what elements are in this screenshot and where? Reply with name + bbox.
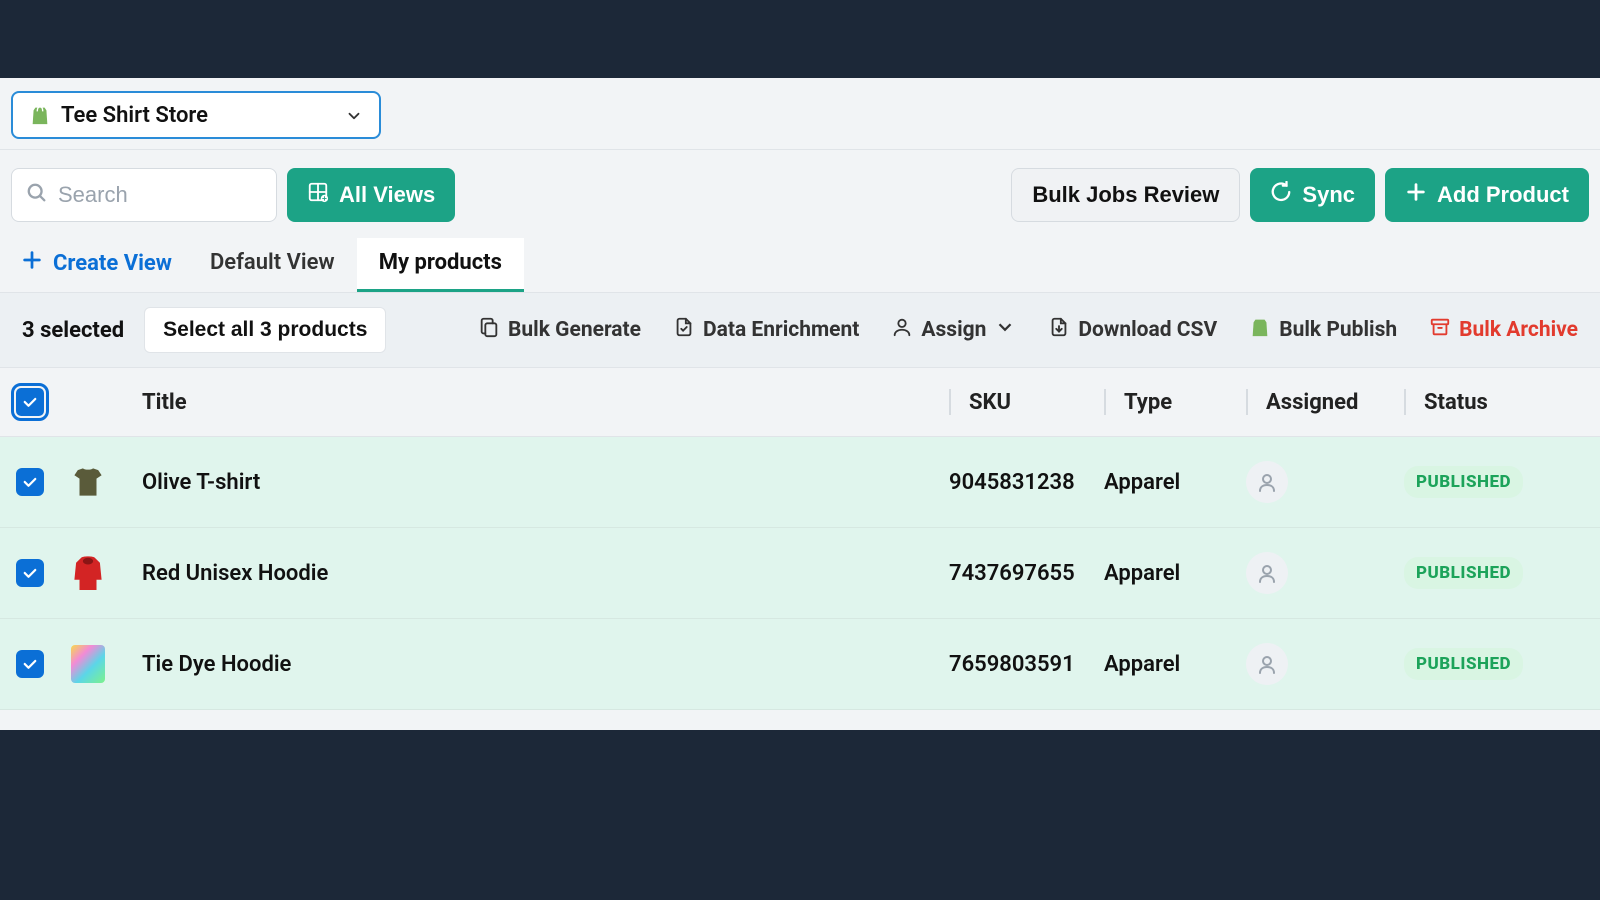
person-icon [891, 316, 913, 344]
product-title: Red Unisex Hoodie [136, 561, 949, 586]
product-type: Apparel [1104, 470, 1246, 495]
assignee-avatar[interactable] [1246, 461, 1288, 503]
tab-label: Default View [210, 250, 335, 275]
header-status: Status [1404, 389, 1584, 415]
create-view-button[interactable]: Create View [11, 239, 188, 291]
bulk-jobs-label: Bulk Jobs Review [1032, 182, 1219, 208]
assignee-avatar[interactable] [1246, 643, 1288, 685]
bulk-archive-label: Bulk Archive [1459, 318, 1578, 342]
app-window: Tee Shirt Store All Views Bulk Jobs Revi… [0, 78, 1600, 730]
product-type: Apparel [1104, 561, 1246, 586]
grid-settings-icon [307, 181, 329, 209]
bulk-archive-button[interactable]: Bulk Archive [1429, 316, 1578, 344]
toolbar: All Views Bulk Jobs Review Sync Add Prod… [0, 150, 1600, 232]
product-sku: 7437697655 [949, 561, 1104, 586]
sync-label: Sync [1302, 182, 1355, 208]
assign-label: Assign [921, 318, 986, 342]
bulk-generate-button[interactable]: Bulk Generate [478, 316, 641, 344]
bulk-generate-label: Bulk Generate [508, 318, 641, 342]
top-row: Tee Shirt Store [0, 78, 1600, 150]
product-thumbnail [68, 553, 108, 593]
selection-bar: 3 selected Select all 3 products Bulk Ge… [0, 292, 1600, 368]
table-row[interactable]: Tie Dye Hoodie 7659803591 Apparel PUBLIS… [0, 619, 1600, 710]
status-badge: PUBLISHED [1404, 466, 1523, 498]
header-assigned: Assigned [1246, 389, 1404, 415]
row-checkbox[interactable] [16, 650, 44, 678]
document-check-icon [673, 316, 695, 344]
header-type: Type [1104, 389, 1246, 415]
add-product-label: Add Product [1437, 182, 1569, 208]
store-name: Tee Shirt Store [61, 103, 208, 128]
search-input[interactable] [58, 182, 262, 208]
product-thumbnail [68, 644, 108, 684]
bulk-publish-label: Bulk Publish [1279, 318, 1397, 342]
search-icon [26, 182, 48, 208]
assign-button[interactable]: Assign [891, 316, 1016, 344]
add-product-button[interactable]: Add Product [1385, 168, 1589, 222]
sync-button[interactable]: Sync [1250, 168, 1375, 222]
product-title: Tie Dye Hoodie [136, 652, 949, 677]
create-view-label: Create View [53, 251, 172, 276]
plus-icon [21, 249, 43, 277]
archive-icon [1429, 316, 1451, 344]
tab-label: My products [379, 250, 502, 275]
product-thumbnail [68, 462, 108, 502]
selection-count: 3 selected [22, 318, 124, 343]
table-row[interactable]: Red Unisex Hoodie 7437697655 Apparel PUB… [0, 528, 1600, 619]
store-selector[interactable]: Tee Shirt Store [11, 91, 381, 139]
plus-icon [1405, 181, 1427, 209]
all-views-button[interactable]: All Views [287, 168, 455, 222]
product-title: Olive T-shirt [136, 470, 949, 495]
shopify-icon [29, 103, 51, 127]
copy-icon [478, 316, 500, 344]
select-all-checkbox[interactable] [16, 388, 44, 416]
header-sku: SKU [949, 389, 1104, 415]
download-csv-label: Download CSV [1078, 318, 1217, 342]
assignee-avatar[interactable] [1246, 552, 1288, 594]
row-checkbox[interactable] [16, 559, 44, 587]
shopify-icon [1249, 316, 1271, 344]
tab-default-view[interactable]: Default View [188, 238, 357, 292]
download-icon [1048, 316, 1070, 344]
product-sku: 9045831238 [949, 470, 1104, 495]
chevron-down-icon [345, 106, 363, 124]
bulk-publish-button[interactable]: Bulk Publish [1249, 316, 1397, 344]
table-header: Title SKU Type Assigned Status [0, 368, 1600, 437]
bulk-jobs-review-button[interactable]: Bulk Jobs Review [1011, 168, 1240, 222]
download-csv-button[interactable]: Download CSV [1048, 316, 1217, 344]
refresh-icon [1270, 181, 1292, 209]
table-row[interactable]: Olive T-shirt 9045831238 Apparel PUBLISH… [0, 437, 1600, 528]
product-type: Apparel [1104, 652, 1246, 677]
tab-my-products[interactable]: My products [357, 238, 524, 292]
status-badge: PUBLISHED [1404, 557, 1523, 589]
search-box[interactable] [11, 168, 277, 222]
data-enrichment-label: Data Enrichment [703, 318, 859, 342]
data-enrichment-button[interactable]: Data Enrichment [673, 316, 859, 344]
chevron-down-icon [994, 316, 1016, 344]
select-all-button[interactable]: Select all 3 products [144, 307, 386, 353]
select-all-label: Select all 3 products [163, 318, 367, 341]
status-badge: PUBLISHED [1404, 648, 1523, 680]
header-title: Title [136, 390, 949, 415]
row-checkbox[interactable] [16, 468, 44, 496]
table-body: Olive T-shirt 9045831238 Apparel PUBLISH… [0, 437, 1600, 710]
all-views-label: All Views [339, 182, 435, 208]
product-sku: 7659803591 [949, 652, 1104, 677]
bulk-actions: Bulk Generate Data Enrichment Assign Dow… [478, 316, 1578, 344]
tabs-row: Create View Default View My products [0, 232, 1600, 292]
